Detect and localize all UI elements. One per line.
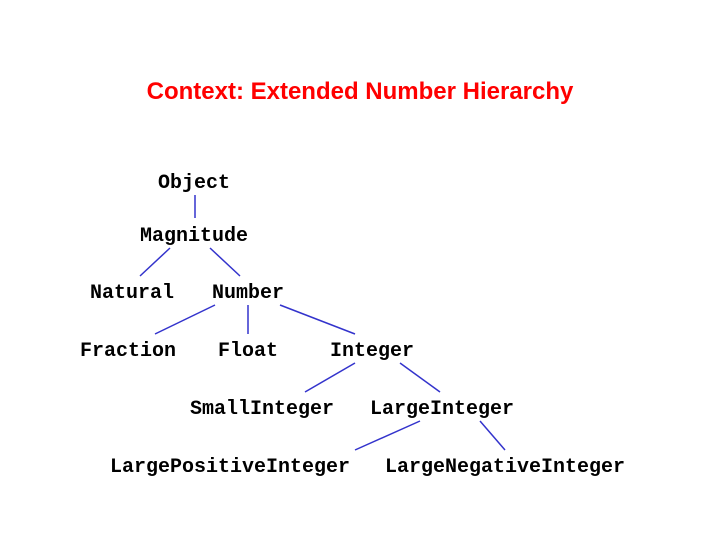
node-fraction: Fraction: [80, 340, 176, 363]
node-magnitude: Magnitude: [140, 225, 248, 248]
node-natural: Natural: [90, 282, 174, 305]
node-float: Float: [218, 340, 278, 363]
slide: Context: Extended Number Hierarchy Objec…: [0, 0, 720, 557]
node-largeinteger: LargeInteger: [370, 398, 514, 421]
node-number: Number: [212, 282, 284, 305]
node-smallinteger: SmallInteger: [190, 398, 334, 421]
node-object: Object: [158, 172, 230, 195]
slide-title: Context: Extended Number Hierarchy: [0, 78, 720, 106]
node-integer: Integer: [330, 340, 414, 363]
node-largenegativeinteger: LargeNegativeInteger: [385, 456, 625, 479]
node-largepositiveinteger: LargePositiveInteger: [110, 456, 350, 479]
